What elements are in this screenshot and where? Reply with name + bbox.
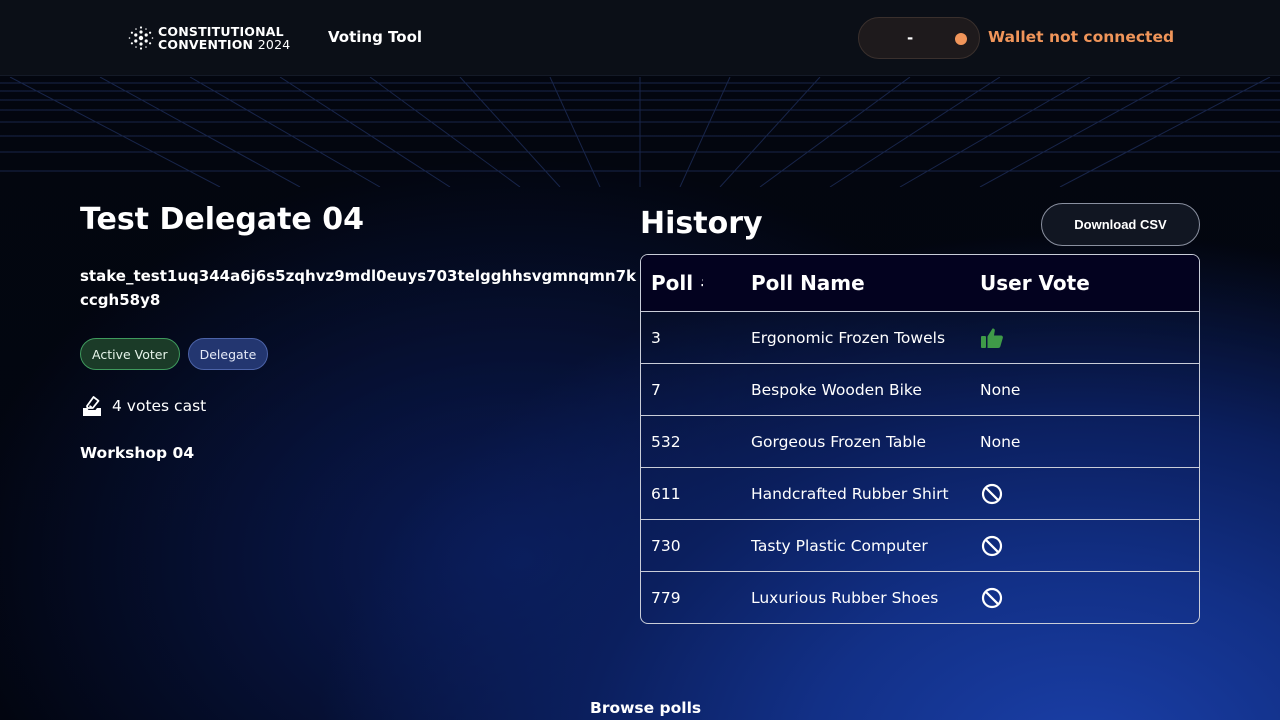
table-row[interactable]: 779 Luxurious Rubber Shoes (641, 572, 1199, 623)
table-row[interactable]: 7 Bespoke Wooden Bike None (641, 364, 1199, 416)
wallet-status-dot-icon (955, 33, 967, 45)
poll-number: 611 (651, 484, 681, 503)
history-title: History (640, 206, 763, 241)
wallet-balance: - (907, 29, 914, 47)
user-vote (980, 572, 1180, 623)
logo-line-2-word: CONVENTION (158, 37, 254, 52)
poll-name[interactable]: Tasty Plastic Computer (751, 520, 971, 571)
active-voter-badge: Active Voter (80, 338, 180, 370)
stake-address: stake_test1uq344a6j6s5zqhvz9mdl0euys703t… (80, 267, 637, 309)
thumbs-up-icon (981, 327, 1003, 348)
user-vote: None (980, 432, 1021, 451)
download-csv-button[interactable]: Download CSV (1041, 203, 1200, 246)
poll-number: 3 (651, 328, 661, 347)
wallet-button[interactable]: - (858, 17, 980, 59)
logo-year: 2024 (257, 37, 291, 52)
delegate-badge: Delegate (187, 338, 269, 370)
votes-cast-row: 4 votes cast (80, 394, 206, 418)
poll-name[interactable]: Luxurious Rubber Shoes (751, 572, 971, 623)
table-row[interactable]: 532 Gorgeous Frozen Table None (641, 416, 1199, 468)
votes-cast-count: 4 votes cast (112, 397, 207, 415)
table-row[interactable]: 3 Ergonomic Frozen Towels (641, 312, 1199, 364)
decorative-grid-background (0, 77, 1280, 187)
delegate-badges: Active Voter Delegate (80, 338, 269, 370)
poll-number: 532 (651, 432, 681, 451)
ballot-box-icon (83, 396, 101, 416)
table-row[interactable]: 611 Handcrafted Rubber Shirt (641, 468, 1199, 520)
poll-number: 779 (651, 589, 681, 607)
column-header-user-vote: User Vote (980, 271, 1090, 295)
wallet-status-text: Wallet not connected (988, 28, 1175, 46)
abstain-icon (981, 483, 1003, 504)
user-vote (980, 520, 1180, 571)
voting-tool-link[interactable]: Voting Tool (328, 28, 422, 46)
abstain-icon (981, 587, 1003, 609)
history-table: Poll # Poll Name User Vote 3 Ergonomic F… (640, 254, 1200, 624)
browse-polls-link[interactable]: Browse polls (590, 699, 701, 717)
poll-number: 7 (651, 380, 661, 399)
logo-wordmark: CONSTITUTIONAL CONVENTION 2024 (158, 25, 290, 51)
cardano-logo-icon (128, 26, 154, 50)
poll-number: 730 (651, 536, 681, 555)
convention-logo[interactable]: CONSTITUTIONAL CONVENTION 2024 (128, 23, 298, 53)
poll-name[interactable]: Handcrafted Rubber Shirt (751, 468, 971, 519)
workshop-label: Workshop 04 (80, 444, 195, 462)
user-vote: None (980, 380, 1021, 399)
poll-name[interactable]: Bespoke Wooden Bike (751, 364, 971, 415)
logo-line-2: CONVENTION 2024 (158, 38, 290, 51)
table-header-row: Poll # Poll Name User Vote (641, 255, 1199, 312)
poll-name[interactable]: Gorgeous Frozen Table (751, 416, 971, 467)
delegate-name: Test Delegate 04 (80, 202, 364, 237)
poll-name[interactable]: Ergonomic Frozen Towels (751, 312, 971, 363)
top-navbar: CONSTITUTIONAL CONVENTION 2024 Voting To… (0, 0, 1280, 76)
user-vote (980, 312, 1180, 363)
column-header-poll-name: Poll Name (751, 271, 865, 295)
column-header-poll-number: Poll # (651, 271, 703, 295)
table-row[interactable]: 730 Tasty Plastic Computer (641, 520, 1199, 572)
abstain-icon (981, 535, 1003, 556)
user-vote (980, 468, 1180, 519)
